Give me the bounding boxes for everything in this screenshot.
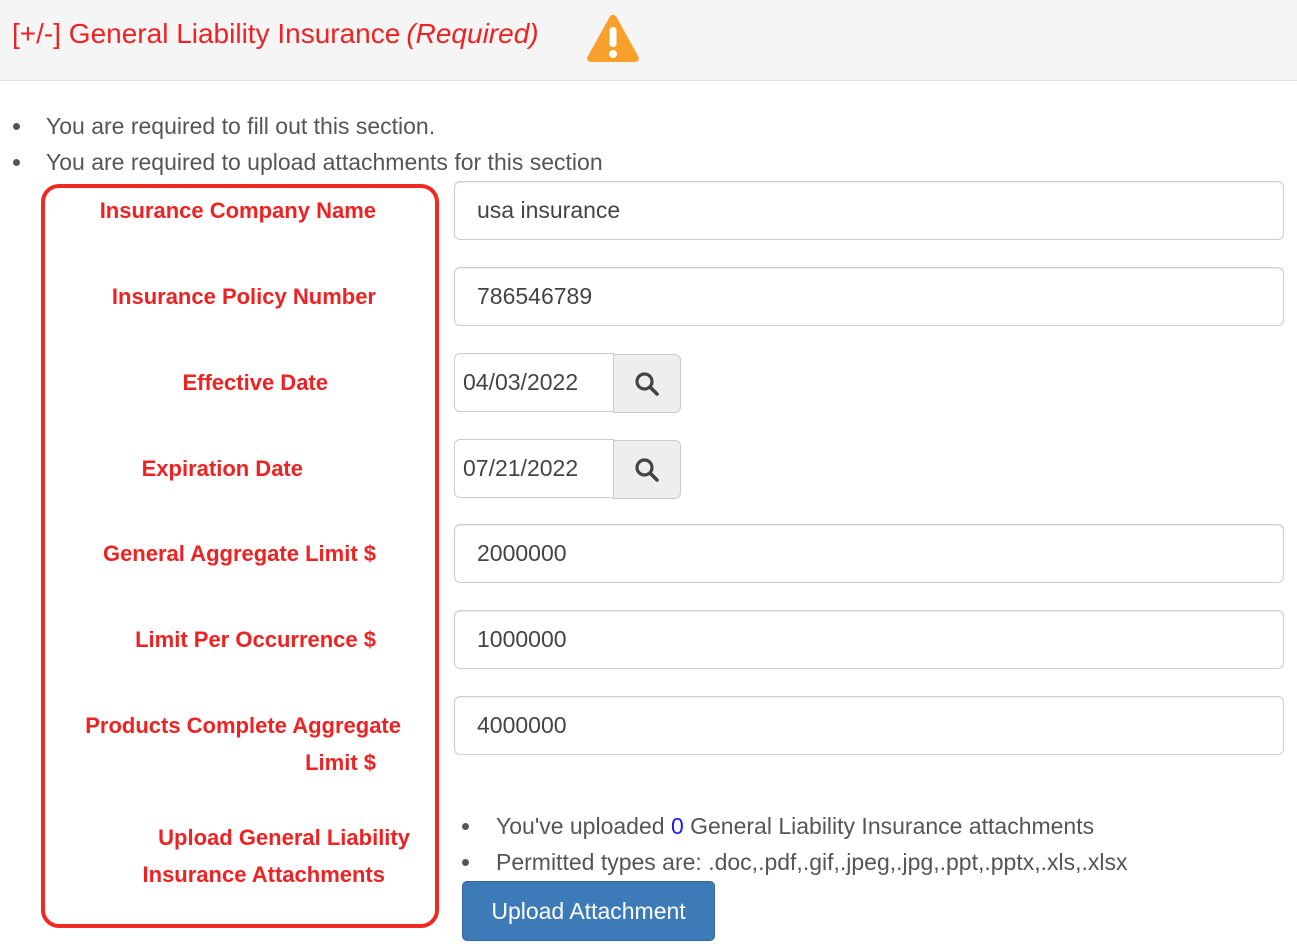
upload-label-line1: Upload General Liability	[158, 825, 410, 850]
per-occurrence-label: Limit Per Occurrence $	[135, 627, 376, 652]
requirement-notes: You are required to fill out this sectio…	[0, 108, 603, 180]
collapse-toggle[interactable]: [+/-]	[12, 18, 61, 49]
note-item: You are required to upload attachments f…	[0, 144, 603, 180]
upload-label-line2: Insurance Attachments	[142, 862, 385, 887]
effective-date-label: Effective Date	[182, 370, 328, 395]
note-item: You are required to fill out this sectio…	[0, 108, 603, 144]
per-occurrence-input[interactable]	[454, 610, 1284, 669]
effective-date-input[interactable]	[454, 353, 614, 412]
uploaded-suffix: General Liability Insurance attachments	[690, 813, 1095, 839]
products-aggregate-label-line2: Limit $	[305, 750, 376, 775]
general-aggregate-label: General Aggregate Limit $	[102, 541, 376, 566]
search-icon	[635, 371, 659, 396]
expiration-date-picker-button[interactable]	[613, 440, 681, 499]
uploaded-prefix: You've uploaded	[496, 813, 665, 839]
policy-number-label: Insurance Policy Number	[111, 284, 376, 309]
expiration-date-input[interactable]	[454, 439, 614, 498]
policy-number-input[interactable]	[454, 267, 1284, 326]
section-title[interactable]: [+/-] General Liability Insurance (Requir…	[12, 16, 539, 52]
company-name-input[interactable]	[454, 181, 1284, 240]
section-title-text: General Liability Insurance	[68, 18, 401, 49]
section-header: [+/-] General Liability Insurance (Requir…	[0, 0, 1297, 81]
upload-attachment-button[interactable]: Upload Attachment	[462, 881, 715, 941]
permitted-types-note: Permitted types are: .doc,.pdf,.gif,.jpe…	[450, 844, 1128, 880]
products-aggregate-input[interactable]	[454, 696, 1284, 755]
expiration-date-label: Expiration Date	[141, 456, 303, 481]
uploaded-count-note: You've uploaded 0 General Liability Insu…	[450, 808, 1128, 844]
warning-triangle-icon	[587, 15, 639, 62]
uploaded-count: 0	[670, 813, 684, 839]
general-aggregate-input[interactable]	[454, 524, 1284, 583]
products-aggregate-label-line1: Products Complete Aggregate	[85, 713, 401, 738]
effective-date-picker-button[interactable]	[613, 354, 681, 413]
required-label: (Required)	[406, 18, 539, 49]
upload-info-list: You've uploaded 0 General Liability Insu…	[450, 808, 1128, 880]
search-icon	[635, 457, 659, 482]
company-name-label: Insurance Company Name	[99, 198, 376, 223]
